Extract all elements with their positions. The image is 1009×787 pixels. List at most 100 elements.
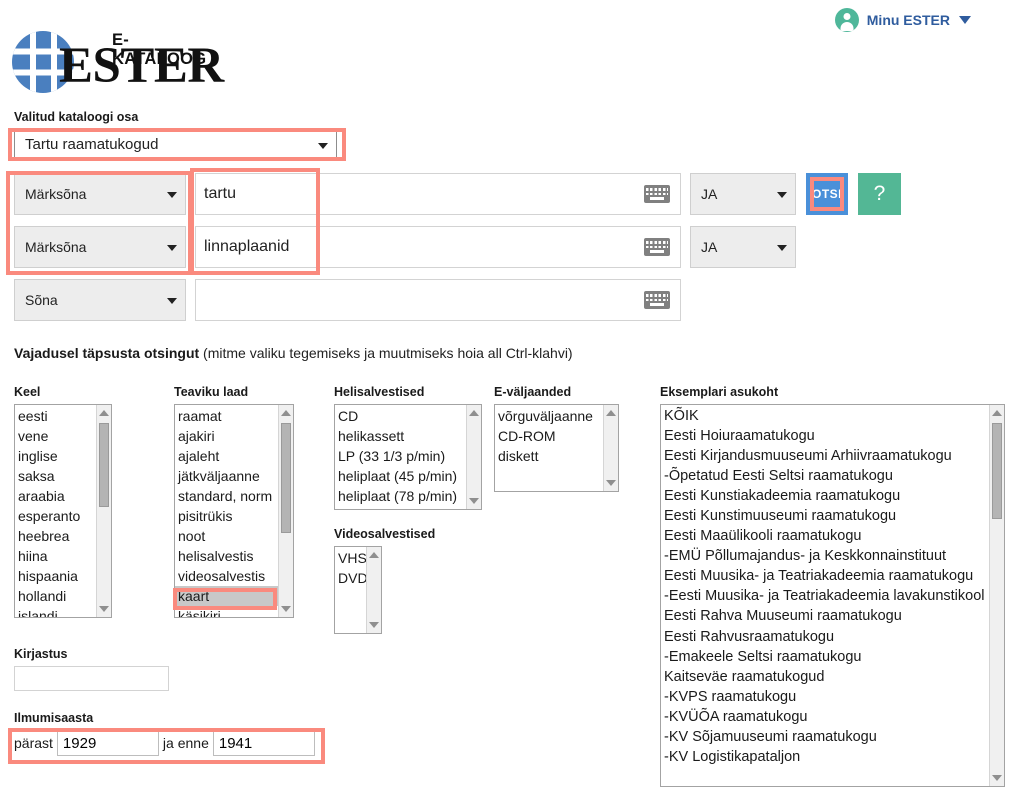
list-item[interactable]: hollandi [15,586,96,606]
list-item[interactable]: Eesti Rahvusraamatukogu [661,627,989,647]
search-term-input-1[interactable] [195,173,681,215]
list-item[interactable]: inglise [15,446,96,466]
scroll-down-icon[interactable] [606,480,616,486]
ester-logo[interactable]: E-KATALOOG ESTER [11,27,224,97]
search-term-input-3[interactable] [195,279,681,321]
scroll-down-icon[interactable] [281,606,291,612]
e-publication-listbox[interactable]: võrguväljaanne CD-ROM diskett [494,404,619,492]
keyboard-icon[interactable] [644,291,670,309]
list-item[interactable]: ajaleht [175,446,278,466]
list-item[interactable]: helikassett [335,426,466,446]
boolean-operator-select-2-wrapper[interactable]: JA [690,226,796,268]
material-type-listbox[interactable]: raamat ajakiri ajaleht jätkväljaanne standar… [174,404,294,618]
boolean-operator-select-2[interactable]: JA [690,226,796,268]
list-item[interactable]: vene [15,426,96,446]
list-item[interactable]: standard, norm [175,486,278,506]
list-item[interactable]: Eesti Rahva Muuseumi raamatukogu [661,606,989,626]
list-item[interactable]: VHS [335,548,366,568]
list-item[interactable]: eesti [15,406,96,426]
list-item[interactable]: Eesti Maaülikooli raamatukogu [661,526,989,546]
list-item[interactable]: saksa [15,466,96,486]
year-after-input[interactable] [56,730,159,756]
list-item[interactable]: raamat [175,406,278,426]
scroll-up-icon[interactable] [606,410,616,416]
scroll-up-icon[interactable] [469,410,479,416]
scroll-up-icon[interactable] [369,552,379,558]
search-index-select-1-wrapper[interactable]: Märksõna [14,173,186,215]
help-button[interactable]: ? [858,173,901,215]
list-item[interactable]: heliplaat (78 p/min) [335,486,466,506]
search-index-select-1[interactable]: Märksõna [14,173,186,215]
list-item[interactable]: hiina [15,546,96,566]
scroll-down-icon[interactable] [369,622,379,628]
search-submit-button[interactable]: OTSI [806,173,848,215]
list-item[interactable]: -KV Logistikapataljon [661,747,989,767]
search-index-select-2-wrapper[interactable]: Märksõna [14,226,186,268]
scroll-down-icon[interactable] [99,606,109,612]
boolean-operator-select-1[interactable]: JA [690,173,796,215]
language-listbox[interactable]: eesti vene inglise saksa araabia esperanto hee… [14,404,112,618]
minu-ester-menu[interactable]: Minu ESTER [834,8,971,32]
list-item[interactable]: Eesti Kunstiakadeemia raamatukogu [661,486,989,506]
list-item[interactable]: Eesti Kunstimuuseumi raamatukogu [661,506,989,526]
list-item[interactable]: esperanto [15,506,96,526]
scrollbar[interactable] [603,405,618,491]
list-item[interactable]: heebrea [15,526,96,546]
list-item[interactable]: -KV Sõjamuuseumi raamatukogu [661,727,989,747]
boolean-operator-select-1-wrapper[interactable]: JA [690,173,796,215]
list-item[interactable]: LP (33 1/3 p/min) [335,446,466,466]
list-item[interactable]: noot [175,526,278,546]
audio-recording-listbox[interactable]: CD helikassett LP (33 1/3 p/min) heliplaat … [334,404,482,510]
list-item[interactable]: -Õpetatud Eesti Seltsi raamatukogu [661,466,989,486]
list-item[interactable]: kaart [175,586,278,606]
list-item[interactable]: araabia [15,486,96,506]
scrollbar[interactable] [989,405,1004,786]
list-item[interactable]: käsikiri [175,606,278,617]
keyboard-icon[interactable] [644,185,670,203]
list-item[interactable]: DVD [335,568,366,588]
list-item[interactable]: islandi [15,606,96,617]
scrollbar[interactable] [366,547,381,633]
list-item[interactable]: jätkväljaanne [175,466,278,486]
list-item[interactable]: CD [335,406,466,426]
scrollbar-thumb[interactable] [281,423,291,533]
list-item[interactable]: -EMÜ Põllumajandus- ja Keskkonnainstituu… [661,546,989,566]
scroll-up-icon[interactable] [99,410,109,416]
list-item[interactable]: Kaitseväe raamatukogud [661,667,989,687]
list-item[interactable]: CD-ROM [495,426,603,446]
list-item[interactable]: diskett [495,446,603,466]
video-recording-listbox[interactable]: VHS DVD [334,546,382,634]
scrollbar[interactable] [466,405,481,509]
item-location-listbox[interactable]: KÕIK Eesti Hoiuraamatukogu Eesti Kirjandus… [660,404,1005,787]
scroll-down-icon[interactable] [469,498,479,504]
list-item[interactable]: videosalvestis [175,566,278,586]
search-term-input-2[interactable] [195,226,681,268]
list-item[interactable]: -KVÜÕA raamatukogu [661,707,989,727]
list-item[interactable]: võrguväljaanne [495,406,603,426]
list-item[interactable]: -Emakeele Seltsi raamatukogu [661,647,989,667]
list-item[interactable]: helisalvestis [175,546,278,566]
list-item[interactable]: hispaania [15,566,96,586]
list-item[interactable]: pisitrükis [175,506,278,526]
scrollbar[interactable] [278,405,293,617]
list-item[interactable]: ajakiri [175,426,278,446]
catalog-select[interactable]: Tartu raamatukogud [14,131,337,158]
list-item[interactable]: Eesti Hoiuraamatukogu [661,426,989,446]
scrollbar-thumb[interactable] [992,423,1002,519]
search-index-select-2[interactable]: Märksõna [14,226,186,268]
list-item[interactable]: Eesti Kirjandusmuuseumi Arhiivraamatukog… [661,446,989,466]
scrollbar-thumb[interactable] [99,423,109,507]
keyboard-icon[interactable] [644,238,670,256]
scroll-down-icon[interactable] [992,775,1002,781]
list-item[interactable]: -Eesti Muusika- ja Teatriakadeemia lavak… [661,586,989,606]
catalog-select-wrapper[interactable]: Tartu raamatukogud [14,131,337,158]
year-before-input[interactable] [212,730,315,756]
list-item[interactable]: Eesti Muusika- ja Teatriakadeemia raamat… [661,566,989,586]
scroll-up-icon[interactable] [992,410,1002,416]
search-index-select-3[interactable]: Sõna [14,279,186,321]
search-index-select-3-wrapper[interactable]: Sõna [14,279,186,321]
list-item[interactable]: heliplaat (45 p/min) [335,466,466,486]
list-item[interactable]: KÕIK [661,406,989,426]
scroll-up-icon[interactable] [281,410,291,416]
publisher-input[interactable] [14,666,169,691]
